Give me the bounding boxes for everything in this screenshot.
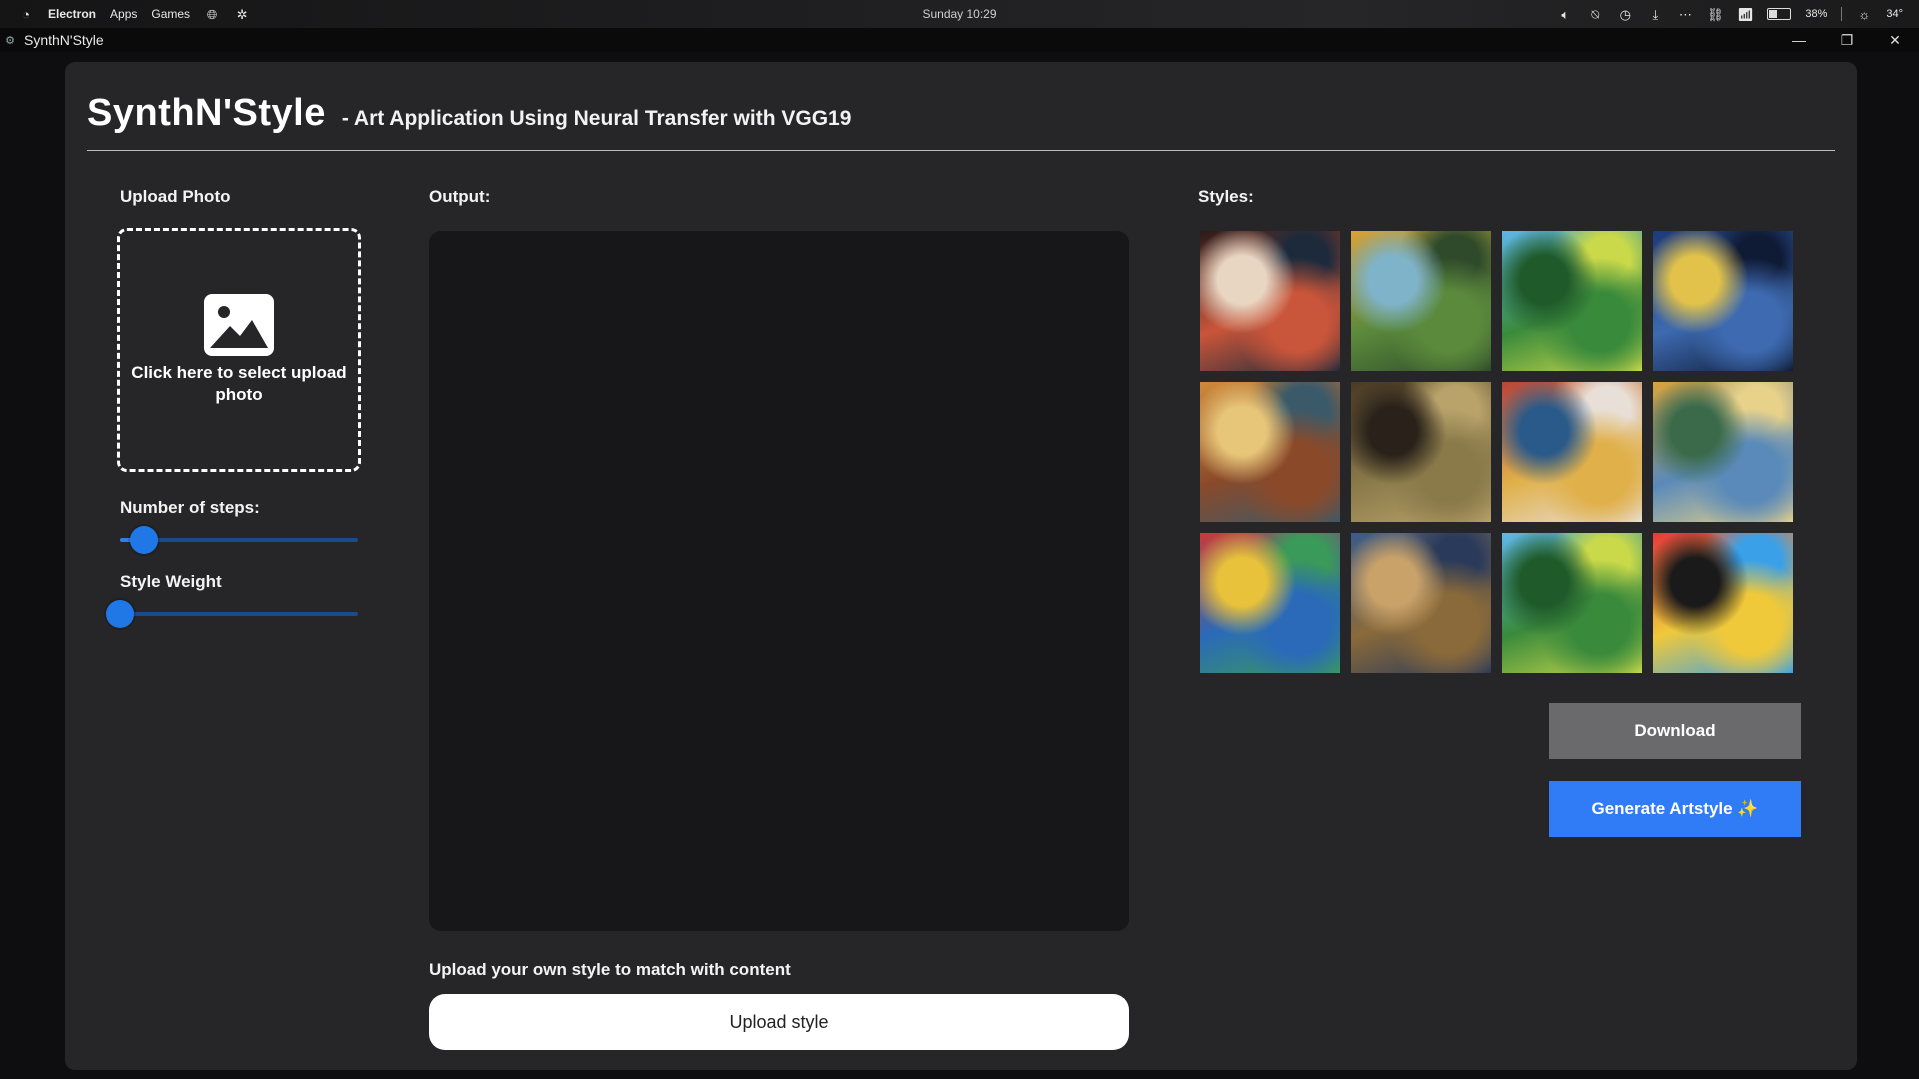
upload-photo-dropzone[interactable]: Click here to select upload photo — [117, 228, 361, 472]
notifications-off-icon[interactable]: ⍉ — [1587, 6, 1603, 22]
slider-thumb[interactable] — [106, 600, 134, 628]
styles-grid — [1200, 231, 1808, 673]
more-icon[interactable]: ⋯ — [1677, 6, 1693, 22]
upload-photo-prompt: Click here to select upload photo — [131, 363, 347, 404]
wifi-icon[interactable]: 📶︎ — [1737, 6, 1754, 22]
app-subtitle: - Art Application Using Neural Transfer … — [341, 107, 852, 130]
styles-label: Styles: — [1198, 187, 1254, 206]
battery-level: 38% — [1805, 8, 1828, 20]
slider-track — [120, 612, 358, 616]
close-button[interactable]: ✕ — [1871, 32, 1919, 49]
style-weight-slider[interactable] — [106, 600, 358, 628]
app-brand-title: SynthN'Style — [87, 92, 326, 134]
os-menu-games[interactable]: Games — [151, 7, 190, 21]
globe-icon[interactable]: 🌐︎ — [204, 6, 220, 22]
output-preview — [429, 231, 1129, 931]
volume-icon[interactable]: 🔈︎ — [1557, 6, 1573, 22]
style-thumbnail-van-gogh-self-portrait[interactable] — [1351, 533, 1491, 673]
style-thumbnail-city-street-painting[interactable] — [1200, 382, 1340, 522]
style-thumbnail-cubist-portrait[interactable] — [1502, 382, 1642, 522]
os-active-app[interactable]: Electron — [48, 7, 96, 21]
style-thumbnail-green-hills-landscape[interactable] — [1502, 231, 1642, 371]
os-logo-icon[interactable]: ◔ — [18, 6, 34, 22]
style-weight-label: Style Weight — [120, 572, 222, 591]
style-thumbnail-fantasy-castle-landscape[interactable] — [1351, 231, 1491, 371]
app-window-icon: ⚙ — [5, 34, 15, 47]
os-top-bar: ◔ Electron Apps Games 🌐︎ ✲ Sunday 10:29 … — [0, 0, 1919, 28]
battery-icon[interactable] — [1767, 8, 1792, 20]
style-thumbnail-starry-night[interactable] — [1653, 231, 1793, 371]
upload-photo-label: Upload Photo — [120, 187, 231, 206]
style-thumbnail-abstract-face[interactable] — [1200, 533, 1340, 673]
window-title-bar: ⚙ SynthN'Style — ❐ ✕ — [0, 28, 1919, 52]
download-icon[interactable]: ⤓ — [1647, 6, 1663, 22]
style-thumbnail-pop-art-woman[interactable] — [1653, 533, 1793, 673]
style-thumbnail-mona-lisa[interactable] — [1351, 382, 1491, 522]
main-card: SynthN'Style - Art Application Using Neu… — [65, 62, 1857, 1070]
steps-label: Number of steps: — [120, 498, 260, 517]
window-title: SynthN'Style — [24, 32, 104, 48]
steps-slider[interactable] — [120, 526, 358, 554]
page-header: SynthN'Style - Art Application Using Neu… — [87, 92, 851, 135]
output-label: Output: — [429, 187, 491, 206]
image-icon — [204, 294, 274, 356]
download-button[interactable]: Download — [1549, 703, 1801, 759]
style-thumbnail-van-gogh-bedroom[interactable] — [1653, 382, 1793, 522]
generate-artstyle-button[interactable]: Generate Artstyle ✨ — [1549, 781, 1801, 837]
link-icon[interactable]: ⛓︎ — [1707, 6, 1724, 22]
os-divider — [1841, 7, 1843, 21]
settings-icon[interactable]: ✲ — [234, 6, 250, 22]
minimize-button[interactable]: — — [1775, 32, 1823, 49]
weather-icon[interactable]: ☼ — [1856, 6, 1872, 22]
clock-icon[interactable]: ◷ — [1617, 6, 1633, 22]
style-thumbnail-green-hills-landscape-2[interactable] — [1502, 533, 1642, 673]
slider-thumb[interactable] — [129, 526, 158, 554]
os-menu-apps[interactable]: Apps — [110, 7, 137, 21]
maximize-button[interactable]: ❐ — [1823, 32, 1871, 49]
header-divider — [87, 150, 1835, 151]
upload-style-prompt: Upload your own style to match with cont… — [429, 960, 791, 979]
upload-style-button[interactable]: Upload style — [429, 994, 1129, 1050]
style-thumbnail-anime-floral-girl[interactable] — [1200, 231, 1340, 371]
weather-temperature: 34° — [1886, 8, 1903, 20]
